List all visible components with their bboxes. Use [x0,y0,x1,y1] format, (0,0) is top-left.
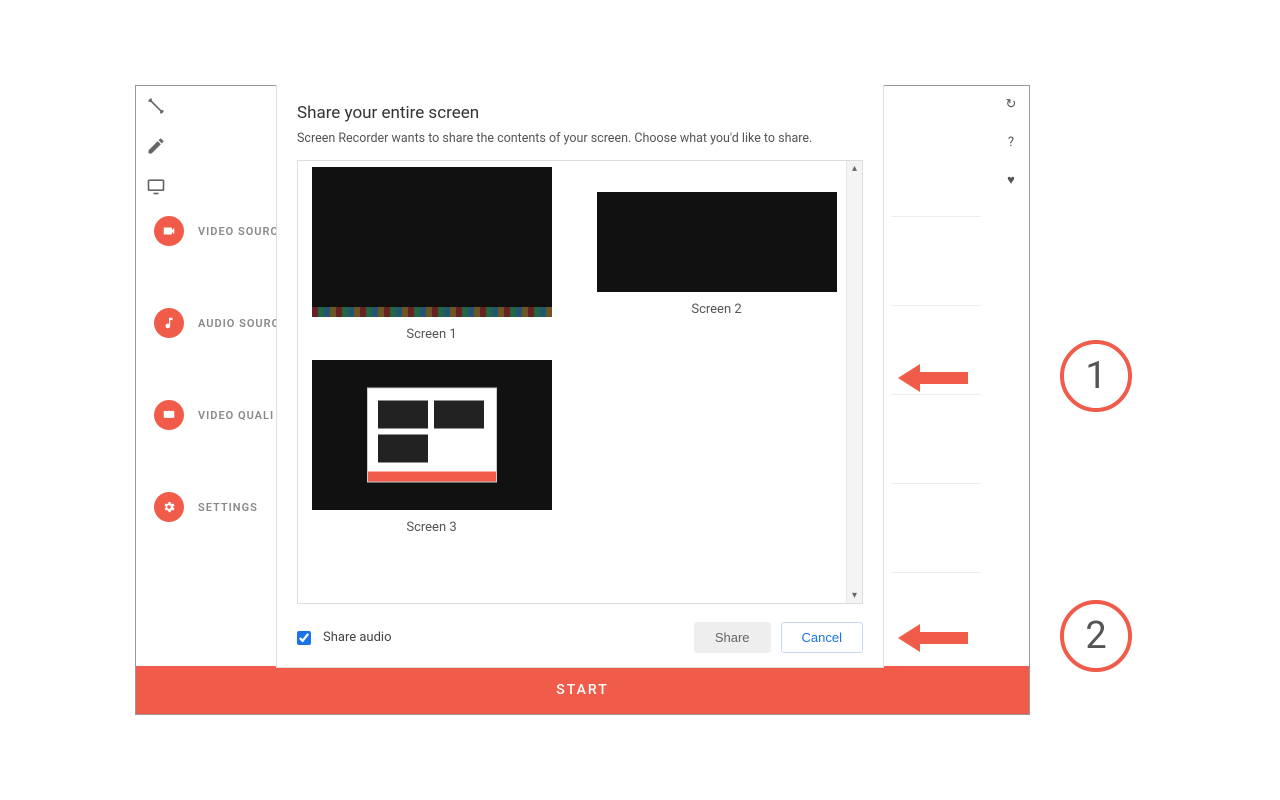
annotation-circle-1: 1 [1060,340,1132,412]
share-screen-dialog: Share your entire screen Screen Recorder… [276,85,884,668]
divider [891,305,981,306]
screen-option-3[interactable]: Screen 3 [304,360,559,535]
cancel-button[interactable]: Cancel [781,622,863,653]
divider [891,572,981,573]
divider [891,216,981,217]
dialog-actions: Share Cancel [694,622,863,653]
help-icon[interactable]: ? [1003,134,1019,150]
nav-audio-source[interactable]: AUDIO SOURC [154,308,280,338]
screen-option-2[interactable]: Screen 2 [589,167,844,342]
dialog-footer: Share audio Share Cancel [297,604,863,653]
nav-label: VIDEO SOURC [198,225,279,238]
pencil-icon[interactable] [146,136,166,156]
video-camera-icon [154,216,184,246]
screen-thumbnail [312,360,552,510]
annotation-arrow-1 [898,358,968,398]
gear-icon [154,492,184,522]
nav-label: AUDIO SOURC [198,317,280,330]
screen-preview-pane: Screen 1 Screen 2 Screen 3 ▴ ▾ [297,160,863,604]
music-note-icon [154,308,184,338]
start-button[interactable]: START [136,666,1029,714]
annotation-circle-2: 2 [1060,600,1132,672]
screen-label: Screen 3 [406,520,456,535]
screen-grid: Screen 1 Screen 2 Screen 3 [304,167,844,535]
top-right-icons: ↻ ? ♥ [1003,96,1019,188]
scroll-down-icon[interactable]: ▾ [852,588,857,603]
screen-thumbnail [312,167,552,317]
refresh-icon[interactable]: ↻ [1003,96,1019,112]
display-icon [154,400,184,430]
screen-option-1[interactable]: Screen 1 [304,167,559,342]
annotation-number: 2 [1085,614,1106,658]
annotation-number: 1 [1085,354,1106,398]
crop-icon[interactable] [146,96,166,116]
thumbnail-inner [367,388,497,483]
dialog-description: Screen Recorder wants to share the conte… [297,131,863,146]
share-button-label: Share [715,630,750,645]
share-audio-label: Share audio [323,630,392,645]
nav-label: SETTINGS [198,501,258,514]
scrollbar[interactable]: ▴ ▾ [846,161,862,603]
nav-list: VIDEO SOURC AUDIO SOURC VIDEO QUALI SETT… [154,216,280,522]
monitor-icon[interactable] [146,176,166,196]
start-label: START [556,682,609,698]
heart-icon[interactable]: ♥ [1003,172,1019,188]
nav-label: VIDEO QUALI [198,409,274,422]
annotation-arrow-2 [898,618,968,658]
share-audio-option[interactable]: Share audio [297,630,392,645]
dialog-title: Share your entire screen [297,103,863,123]
share-audio-checkbox[interactable] [297,631,311,645]
share-button[interactable]: Share [694,622,771,653]
scroll-up-icon[interactable]: ▴ [852,161,857,176]
screen-label: Screen 2 [691,302,741,317]
nav-video-source[interactable]: VIDEO SOURC [154,216,280,246]
screen-label: Screen 1 [406,327,456,342]
cancel-button-label: Cancel [802,630,842,645]
screen-thumbnail [597,192,837,292]
thumbnail-taskbar [312,307,552,317]
nav-video-quality[interactable]: VIDEO QUALI [154,400,280,430]
divider [891,483,981,484]
nav-settings[interactable]: SETTINGS [154,492,280,522]
